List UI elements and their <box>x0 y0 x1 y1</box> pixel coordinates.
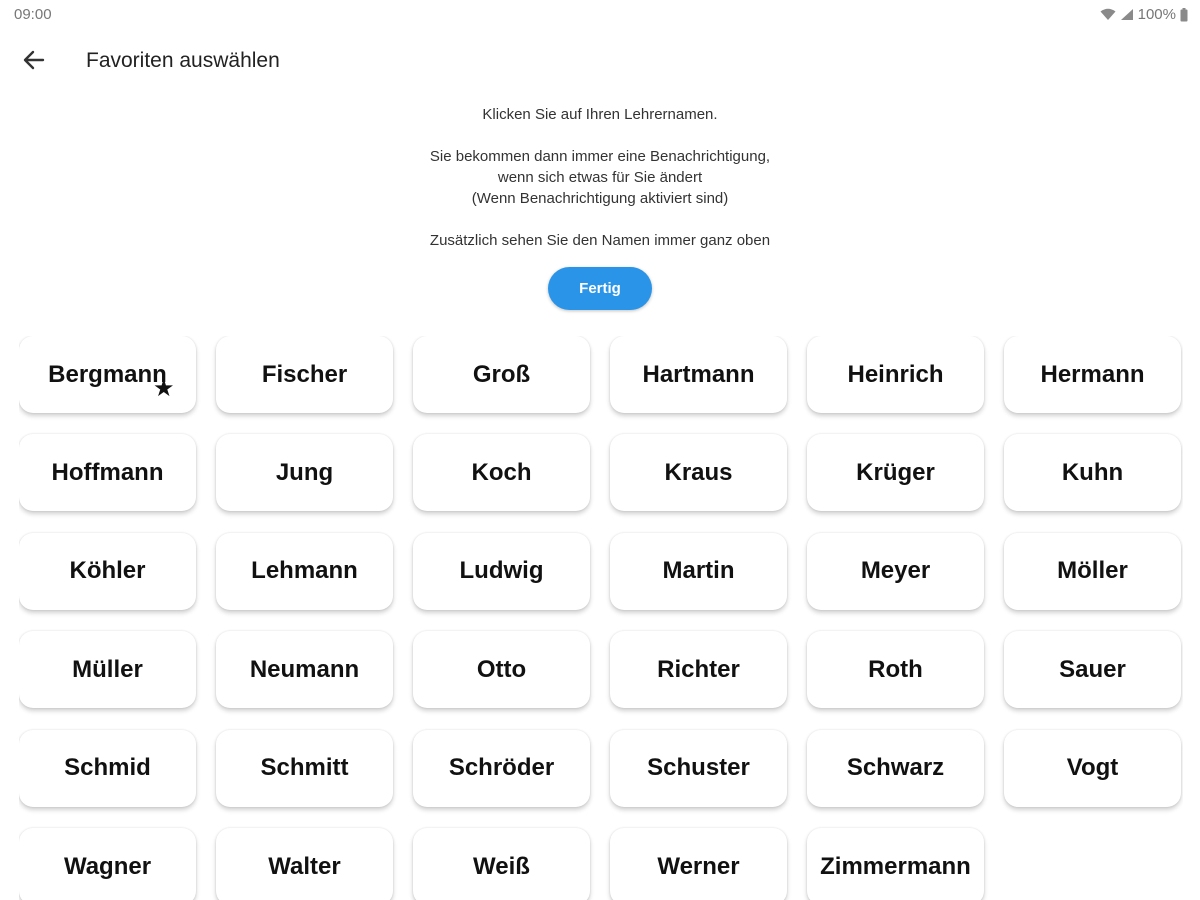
instruction-line: (Wenn Benachrichtigung aktiviert sind) <box>471 190 729 207</box>
teacher-card[interactable]: Kuhn <box>1004 434 1181 512</box>
teacher-name: Möller <box>1057 557 1128 585</box>
teacher-name: Otto <box>476 655 527 683</box>
page-title: Favoriten auswählen <box>86 49 280 72</box>
teacher-name: Kraus <box>664 458 733 486</box>
teacher-name: Weiß <box>473 852 530 880</box>
back-button[interactable] <box>14 44 54 80</box>
teacher-name: Schuster <box>647 754 750 782</box>
signal-icon <box>1120 8 1134 21</box>
teacher-name: Ludwig <box>459 557 544 585</box>
teacher-name: Zimmermann <box>820 852 971 880</box>
teacher-card[interactable]: Möller <box>1004 532 1181 610</box>
teacher-card[interactable]: Walter <box>216 828 393 900</box>
teacher-name: Heinrich <box>847 360 944 388</box>
teacher-card[interactable]: Schuster <box>610 729 787 807</box>
teacher-card[interactable]: Lehmann <box>216 532 393 610</box>
teacher-card[interactable]: Schwarz <box>807 729 984 807</box>
teacher-card[interactable]: Neumann <box>216 631 393 709</box>
teacher-card[interactable]: Schmitt <box>216 729 393 807</box>
instruction-line: Zusätzlich sehen Sie den Namen immer gan… <box>429 232 771 249</box>
teacher-name: Groß <box>472 360 531 388</box>
instruction-line: Klicken Sie auf Ihren Lehrernamen. <box>482 106 718 123</box>
teacher-name: Neumann <box>249 655 360 683</box>
teacher-card[interactable]: Wagner <box>19 828 196 900</box>
teacher-card[interactable]: Hermann <box>1004 336 1181 413</box>
teacher-name: Wagner <box>63 852 152 880</box>
instruction-line: Sie bekommen dann immer eine Benachricht… <box>429 148 771 165</box>
favorite-star-icon: ★ <box>153 375 175 402</box>
teacher-name: Schröder <box>448 754 555 782</box>
wifi-icon <box>1100 8 1116 21</box>
teacher-card[interactable]: Vogt <box>1004 729 1181 807</box>
teacher-card[interactable]: Zimmermann <box>807 828 984 900</box>
teacher-card[interactable]: Weiß <box>413 828 590 900</box>
teacher-card[interactable]: Bergmann ★ <box>19 336 196 413</box>
teacher-card[interactable]: Ludwig <box>413 532 590 610</box>
teacher-name: Fischer <box>261 360 348 388</box>
teacher-card[interactable]: Sauer <box>1004 631 1181 709</box>
teacher-card[interactable]: Müller <box>19 631 196 709</box>
teacher-name: Hermann <box>1040 360 1145 388</box>
teacher-card[interactable]: Schröder <box>413 729 590 807</box>
teacher-name: Jung <box>275 458 334 486</box>
app-bar: Favoriten auswählen <box>0 34 1200 90</box>
teacher-name: Krüger <box>856 458 935 486</box>
teacher-name: Werner <box>657 852 740 880</box>
teacher-card[interactable]: Werner <box>610 828 787 900</box>
teacher-name: Schmid <box>64 754 151 782</box>
instruction-line: wenn sich etwas für Sie ändert <box>497 169 703 186</box>
teacher-name: Roth <box>868 655 923 683</box>
teacher-name: Martin <box>662 557 735 585</box>
teacher-name: Koch <box>471 458 532 486</box>
teacher-card[interactable]: Köhler <box>19 532 196 610</box>
teacher-name: Sauer <box>1059 655 1126 683</box>
teacher-name: Vogt <box>1066 754 1119 782</box>
teacher-card[interactable]: Krüger <box>807 434 984 512</box>
teacher-card[interactable]: Hartmann <box>610 336 787 413</box>
teacher-card[interactable]: Otto <box>413 631 590 709</box>
teacher-grid: Bergmann ★ Fischer Groß Hartmann Heinrich Herm… <box>19 336 1183 900</box>
teacher-card[interactable]: Hoffmann <box>19 434 196 512</box>
done-button[interactable]: Fertig <box>548 267 652 310</box>
battery-level: 100% <box>1137 6 1176 23</box>
teacher-card[interactable]: Groß <box>413 336 590 413</box>
teacher-name: Richter <box>657 655 740 683</box>
teacher-card[interactable]: Koch <box>413 434 590 512</box>
teacher-name: Müller <box>72 655 143 683</box>
teacher-name: Meyer <box>860 557 931 585</box>
battery-icon <box>1180 7 1188 22</box>
teacher-card[interactable]: Schmid <box>19 729 196 807</box>
status-icons: 100% <box>1100 6 1188 23</box>
teacher-name: Lehmann <box>251 557 358 585</box>
teacher-name: Hartmann <box>642 360 755 388</box>
instructions: Klicken Sie auf Ihren Lehrernamen. Sie b… <box>300 104 900 251</box>
teacher-card[interactable]: Jung <box>216 434 393 512</box>
teacher-name: Hoffmann <box>51 458 164 486</box>
teacher-name: Bergmann <box>48 360 167 388</box>
teacher-card[interactable]: Fischer <box>216 336 393 413</box>
arrow-left-icon <box>23 50 45 75</box>
teacher-name: Kuhn <box>1061 458 1124 486</box>
teacher-card[interactable]: Richter <box>610 631 787 709</box>
teacher-name: Schwarz <box>846 754 945 782</box>
teacher-card[interactable]: Heinrich <box>807 336 984 413</box>
teacher-card[interactable]: Meyer <box>807 532 984 610</box>
teacher-card[interactable]: Kraus <box>610 434 787 512</box>
teacher-name: Walter <box>268 852 341 880</box>
teacher-name: Köhler <box>69 557 146 585</box>
teacher-card[interactable]: Roth <box>807 631 984 709</box>
teacher-card[interactable]: Martin <box>610 532 787 610</box>
teacher-name: Schmitt <box>260 754 349 782</box>
status-time: 09:00 <box>14 6 52 23</box>
status-bar: 09:00 100% <box>0 0 1200 30</box>
